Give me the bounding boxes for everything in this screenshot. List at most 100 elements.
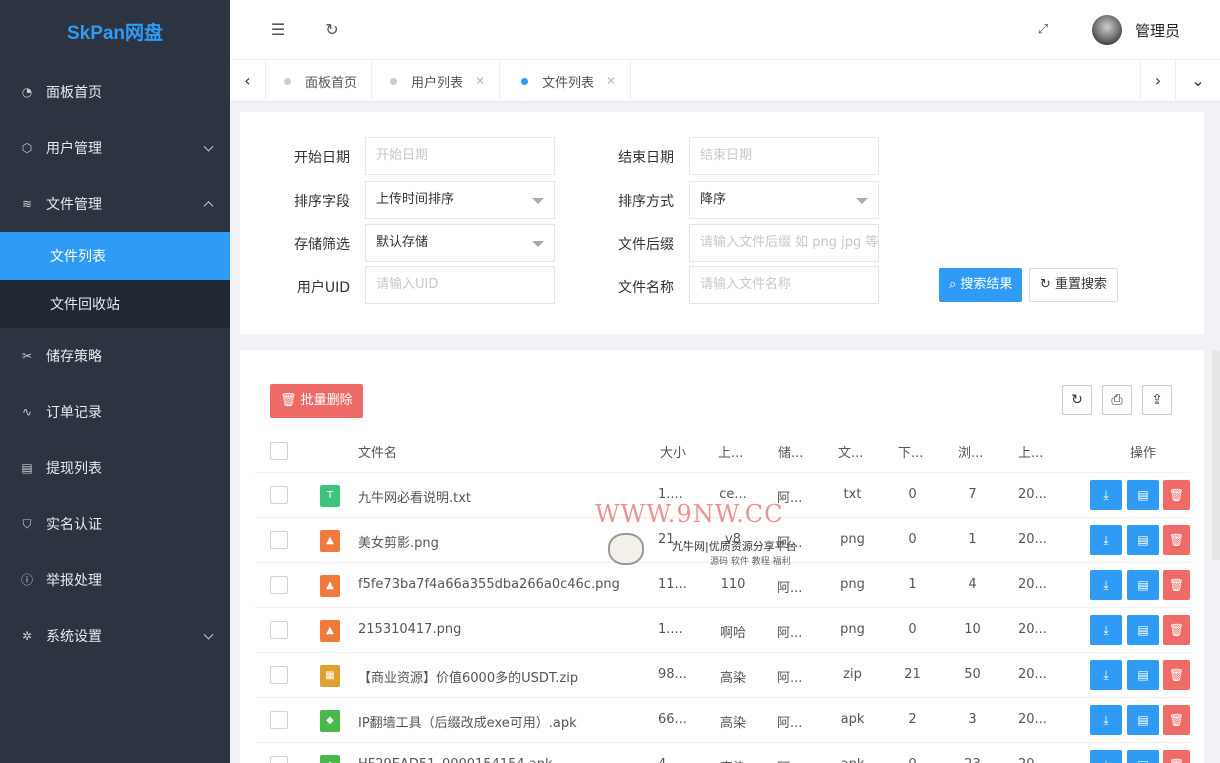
- cell-filename[interactable]: f5fe73ba7f4a66a355dba266a0c46c.png: [358, 577, 620, 592]
- cell-filename[interactable]: 215310417.png: [358, 622, 461, 637]
- end-date-input[interactable]: 结束日期: [689, 137, 879, 175]
- sort-field-select[interactable]: 上传时间排序: [365, 181, 555, 219]
- download-icon[interactable]: ⤓: [1090, 750, 1122, 763]
- close-icon[interactable]: ✕: [606, 74, 616, 88]
- table-row[interactable]: ▲ f5fe73ba7f4a66a355dba266a0c46c.png 11...…: [255, 563, 1190, 608]
- uid-input[interactable]: 请输入UID: [365, 266, 555, 304]
- submenu-item-file-list[interactable]: 文件列表: [0, 232, 230, 280]
- download-icon[interactable]: ⤓: [1090, 480, 1122, 510]
- row-checkbox[interactable]: [270, 711, 288, 729]
- search-button[interactable]: ⌕ 搜索结果: [939, 268, 1023, 302]
- row-checkbox[interactable]: [270, 621, 288, 639]
- collapse-menu-icon[interactable]: ☰: [268, 20, 288, 40]
- sidebar-item[interactable]: ✲ 系统设置: [0, 608, 230, 664]
- delete-icon[interactable]: 🗑: [1163, 660, 1190, 690]
- storage-select[interactable]: 默认存储: [365, 224, 555, 262]
- sidebar-item[interactable]: ◔ 面板首页: [0, 64, 230, 120]
- download-icon[interactable]: ⤓: [1090, 615, 1122, 645]
- refresh-icon[interactable]: ↻: [322, 20, 342, 40]
- row-checkbox[interactable]: [270, 666, 288, 684]
- delete-icon[interactable]: 🗑: [1163, 525, 1190, 555]
- copy-link-icon[interactable]: ▤: [1127, 615, 1159, 645]
- sidebar-item[interactable]: ✂ 储存策略: [0, 328, 230, 384]
- sort-order-label: 排序方式: [618, 194, 674, 210]
- print-icon[interactable]: ⎙: [1102, 385, 1132, 415]
- copy-link-icon[interactable]: ▤: [1127, 660, 1159, 690]
- delete-icon[interactable]: 🗑: [1163, 615, 1190, 645]
- copy-link-icon[interactable]: ▤: [1127, 705, 1159, 735]
- tab-user-list[interactable]: 用户列表 ✕: [376, 60, 501, 102]
- download-icon[interactable]: ⤓: [1090, 705, 1122, 735]
- tab-scroll-left-icon[interactable]: ‹: [230, 60, 266, 102]
- download-icon[interactable]: ⤓: [1090, 570, 1122, 600]
- cell-filename[interactable]: 九牛网必看说明.txt: [358, 487, 471, 506]
- layers-icon: ≋: [21, 197, 33, 211]
- text-file-icon: T: [320, 485, 340, 507]
- table-row[interactable]: ▦ 【商业资源】价值6000多的USDT.zip 98... 高染 阿... zip 21 5…: [255, 653, 1190, 698]
- batch-delete-button[interactable]: 🗑 批量删除: [270, 384, 363, 418]
- fullscreen-icon[interactable]: ⤢: [1033, 20, 1053, 40]
- refresh-table-icon[interactable]: ↻: [1062, 385, 1092, 415]
- sidebar-item[interactable]: ≋ 文件管理: [0, 176, 230, 232]
- copy-link-icon[interactable]: ▤: [1127, 750, 1159, 763]
- sort-order-select[interactable]: 降序: [689, 181, 879, 219]
- copy-link-icon[interactable]: ▤: [1127, 525, 1159, 555]
- download-icon[interactable]: ⤓: [1090, 660, 1122, 690]
- app-logo[interactable]: SkPan网盘: [0, 0, 230, 64]
- sidebar-item-label: 举报处理: [46, 573, 102, 589]
- row-checkbox[interactable]: [270, 486, 288, 504]
- cell-size: 98...: [658, 667, 687, 682]
- cell-filename[interactable]: IP翻墙工具（后缀改成exe可用）.apk: [358, 712, 577, 731]
- table-row[interactable]: ▲ 215310417.png 1.... 啊哈 阿... png 0 10 20... ⤓ ▤ 🗑: [255, 608, 1190, 653]
- cell-filename[interactable]: 美女剪影.png: [358, 532, 439, 551]
- table-row[interactable]: ◆ IP翻墙工具（后缀改成exe可用）.apk 66... 高染 阿... apk 2 3 20…: [255, 698, 1190, 743]
- download-icon[interactable]: ⤓: [1090, 525, 1122, 555]
- table-row[interactable]: ◆ HF29EAD51_0000154154.apk 4... 高染 阿... apk 0 2…: [255, 743, 1190, 763]
- submenu-item-recycle-bin[interactable]: 文件回收站: [0, 280, 230, 328]
- reset-button-label: 重置搜索: [1055, 277, 1108, 292]
- select-all-checkbox[interactable]: [270, 442, 288, 460]
- export-icon[interactable]: ⇪: [1142, 385, 1172, 415]
- scrollbar[interactable]: [1212, 350, 1220, 560]
- user-name[interactable]: 管理员: [1135, 20, 1180, 41]
- avatar[interactable]: [1092, 15, 1122, 45]
- col-storage[interactable]: 储...: [778, 442, 803, 461]
- tab-scroll-right-icon[interactable]: ›: [1140, 60, 1176, 102]
- delete-icon[interactable]: 🗑: [1163, 705, 1190, 735]
- tab-dashboard[interactable]: 面板首页: [270, 60, 373, 102]
- sidebar-item[interactable]: ∿ 订单记录: [0, 384, 230, 440]
- filename-input[interactable]: 请输入文件名称: [689, 266, 879, 304]
- cell-upload-time: 20...: [1018, 622, 1047, 637]
- delete-icon[interactable]: 🗑: [1163, 750, 1190, 763]
- tab-file-list[interactable]: 文件列表 ✕: [507, 60, 632, 102]
- col-filename[interactable]: 文件名: [358, 442, 397, 461]
- col-size[interactable]: 大小: [660, 442, 686, 461]
- row-checkbox[interactable]: [270, 576, 288, 594]
- suffix-input[interactable]: 请输入文件后缀 如 png jpg 等: [689, 224, 879, 262]
- cell-upload-time: 20...: [1018, 487, 1047, 502]
- row-checkbox[interactable]: [270, 531, 288, 549]
- pulse-icon: ∿: [21, 405, 33, 419]
- delete-icon[interactable]: 🗑: [1163, 480, 1190, 510]
- col-type[interactable]: 文...: [838, 442, 863, 461]
- tab-menu-chevron-down-icon[interactable]: ⌄: [1180, 60, 1216, 102]
- delete-icon[interactable]: 🗑: [1163, 570, 1190, 600]
- close-icon[interactable]: ✕: [475, 74, 485, 88]
- col-views[interactable]: 浏...: [958, 442, 983, 461]
- copy-link-icon[interactable]: ▤: [1127, 570, 1159, 600]
- cell-filename[interactable]: HF29EAD51_0000154154.apk: [358, 757, 553, 763]
- tab-dot: [521, 77, 528, 85]
- sidebar-item[interactable]: ⬡ 用户管理: [0, 120, 230, 176]
- col-upload-time[interactable]: 上...: [1018, 442, 1043, 461]
- sidebar-item[interactable]: ⓘ 举报处理: [0, 552, 230, 608]
- row-checkbox[interactable]: [270, 756, 288, 763]
- sidebar-item[interactable]: ⛉ 实名认证: [0, 496, 230, 552]
- col-downloads[interactable]: 下...: [898, 442, 923, 461]
- cell-filename[interactable]: 【商业资源】价值6000多的USDT.zip: [358, 667, 578, 686]
- copy-link-icon[interactable]: ▤: [1127, 480, 1159, 510]
- reset-button[interactable]: ↻ 重置搜索: [1029, 268, 1119, 302]
- start-date-input[interactable]: 开始日期: [365, 137, 555, 175]
- col-uploader[interactable]: 上...: [718, 442, 743, 461]
- sidebar-item[interactable]: ▤ 提现列表: [0, 440, 230, 496]
- cell-storage: 阿...: [777, 716, 803, 731]
